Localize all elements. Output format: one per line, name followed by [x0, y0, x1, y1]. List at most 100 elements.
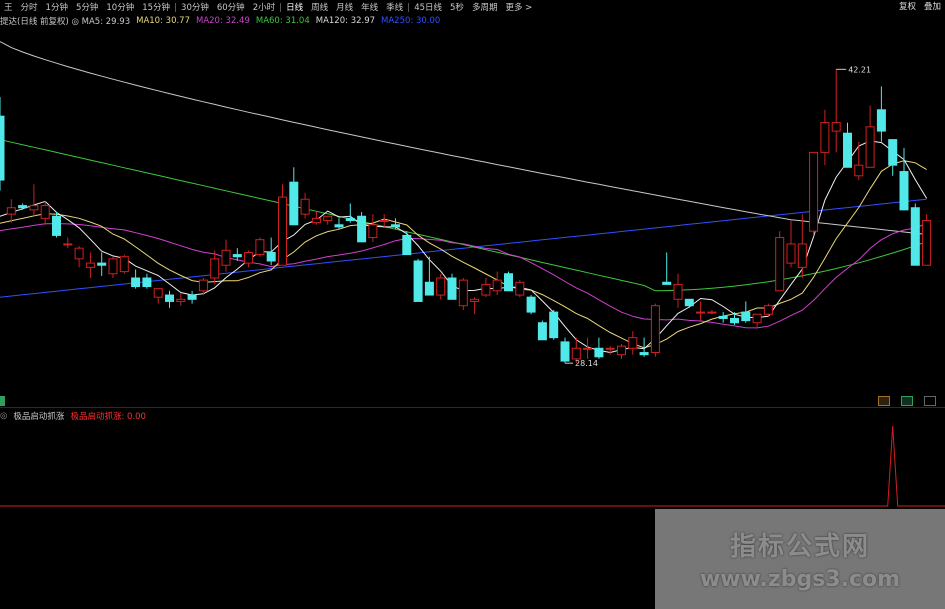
candle-body [402, 234, 412, 256]
candle-body [165, 294, 174, 302]
period-tab[interactable]: 年线 [357, 1, 382, 13]
right-tab[interactable]: 叠加 [920, 0, 945, 12]
candle-body [605, 347, 615, 350]
candle-body [865, 126, 875, 168]
candle-body [876, 109, 886, 132]
candle-body [741, 311, 751, 322]
candle-body [63, 243, 73, 246]
candle-body [0, 115, 5, 181]
candle-body [232, 254, 242, 258]
toolbar-separator [175, 2, 177, 12]
zoom-button[interactable] [924, 396, 936, 406]
candle-body [470, 298, 480, 302]
candle-body [650, 305, 660, 354]
candle-body [526, 296, 536, 313]
indicator-title: 极品启动抓涨 [13, 412, 65, 422]
candle-body [831, 122, 841, 132]
candle-body [266, 251, 276, 262]
low-label: 28.14 [575, 359, 598, 368]
candle-body [888, 139, 898, 166]
period-tab[interactable]: 1分钟 [42, 1, 72, 13]
period-tab[interactable]: 王 [0, 1, 17, 13]
candle-body [639, 352, 649, 356]
candle-body [300, 198, 310, 215]
period-tab[interactable]: 30分钟 [177, 1, 213, 13]
ma-legend: 提达(日线 前复权) ◎ MA5: 29.93 MA10: 30.77 MA20:… [0, 15, 440, 27]
period-tab[interactable]: 60分钟 [213, 1, 249, 13]
candle-body [52, 215, 61, 236]
candle-body [108, 258, 118, 275]
period-tab[interactable]: 周线 [307, 1, 332, 13]
candle-body [820, 122, 830, 153]
signal-line [0, 425, 945, 507]
watermark-url: www.zbgs3.com [699, 567, 901, 592]
pane-left-marker [0, 396, 5, 406]
candle-body [40, 205, 50, 219]
candle-body [153, 288, 163, 298]
candle-body [571, 347, 581, 360]
candle-body [413, 260, 423, 302]
period-tab[interactable]: 更多 > [501, 1, 536, 13]
period-toolbar: 王分时 1分钟 5分钟 10分钟 15分钟 30分钟 60分钟 2小时 日线 周线 月线 年线 季线 45… [0, 0, 945, 14]
candle-body [684, 298, 694, 307]
period-tab[interactable]: 45日线 [410, 1, 446, 13]
candle-body [854, 164, 864, 177]
candle-body [492, 279, 502, 292]
candle-body [131, 277, 141, 288]
candle-body [221, 249, 231, 266]
candle-body [6, 207, 16, 215]
period-tab[interactable]: 2小时 [249, 1, 279, 13]
candlestick-chart[interactable]: 42.21 28.14 [0, 27, 945, 407]
indicator-value: 极品启动抓涨: 0.00 [70, 412, 146, 422]
ma-legend-item: MA20: 32.49 [196, 16, 250, 26]
candle-body [662, 281, 672, 285]
period-tab[interactable]: 多周期 [468, 1, 502, 13]
period-tab[interactable]: 季线 [382, 1, 407, 13]
candle-body [843, 132, 852, 168]
candle-body [278, 196, 287, 266]
period-tab[interactable]: 月线 [332, 1, 357, 13]
candle-body [334, 224, 344, 228]
period-tab[interactable]: 15分钟 [138, 1, 174, 13]
candle-body [391, 224, 400, 228]
period-tab[interactable]: 日线 [282, 1, 307, 13]
toolbar-separator [280, 2, 282, 12]
pane-toggle-icon[interactable]: ◎ [0, 411, 7, 421]
candle-body [797, 243, 807, 268]
candle-body [97, 262, 107, 266]
candle-body [379, 220, 389, 223]
candle-body [809, 151, 819, 232]
candle-body [187, 294, 197, 300]
candle-body [29, 205, 39, 211]
candle-body [899, 171, 909, 211]
candle-body [515, 281, 525, 296]
scroll-right-button[interactable] [901, 396, 913, 406]
toolbar-separator [408, 2, 410, 12]
candle-body [481, 283, 491, 296]
candle-body [85, 262, 95, 268]
watermark-title: 指标公式网 [729, 532, 870, 562]
period-tab[interactable]: 分时 [17, 1, 42, 13]
candle-body [673, 283, 683, 300]
candle-body [730, 317, 739, 324]
ma60-line [0, 139, 927, 292]
period-tab[interactable]: 10分钟 [102, 1, 138, 13]
period-tab[interactable]: 5分钟 [72, 1, 102, 13]
candle-body [18, 205, 28, 209]
candle-body [447, 277, 457, 300]
candle-body [549, 311, 559, 339]
candle-body [74, 247, 84, 260]
candle-body [775, 237, 785, 292]
candle-body [583, 347, 593, 350]
ma-legend-item: MA60: 31.04 [255, 16, 310, 26]
right-tab[interactable]: 复权 [895, 0, 920, 12]
candle-body [436, 277, 446, 296]
candle-body [289, 181, 299, 226]
stock-title: 提达(日线 前复权) ◎ MA5: 29.93 [0, 17, 131, 27]
candle-body [424, 281, 434, 296]
candle-body [560, 341, 570, 362]
candle-body [718, 315, 728, 319]
period-tab[interactable]: 5秒 [446, 1, 468, 13]
scroll-left-button[interactable] [878, 396, 890, 406]
candle-body [696, 311, 706, 314]
